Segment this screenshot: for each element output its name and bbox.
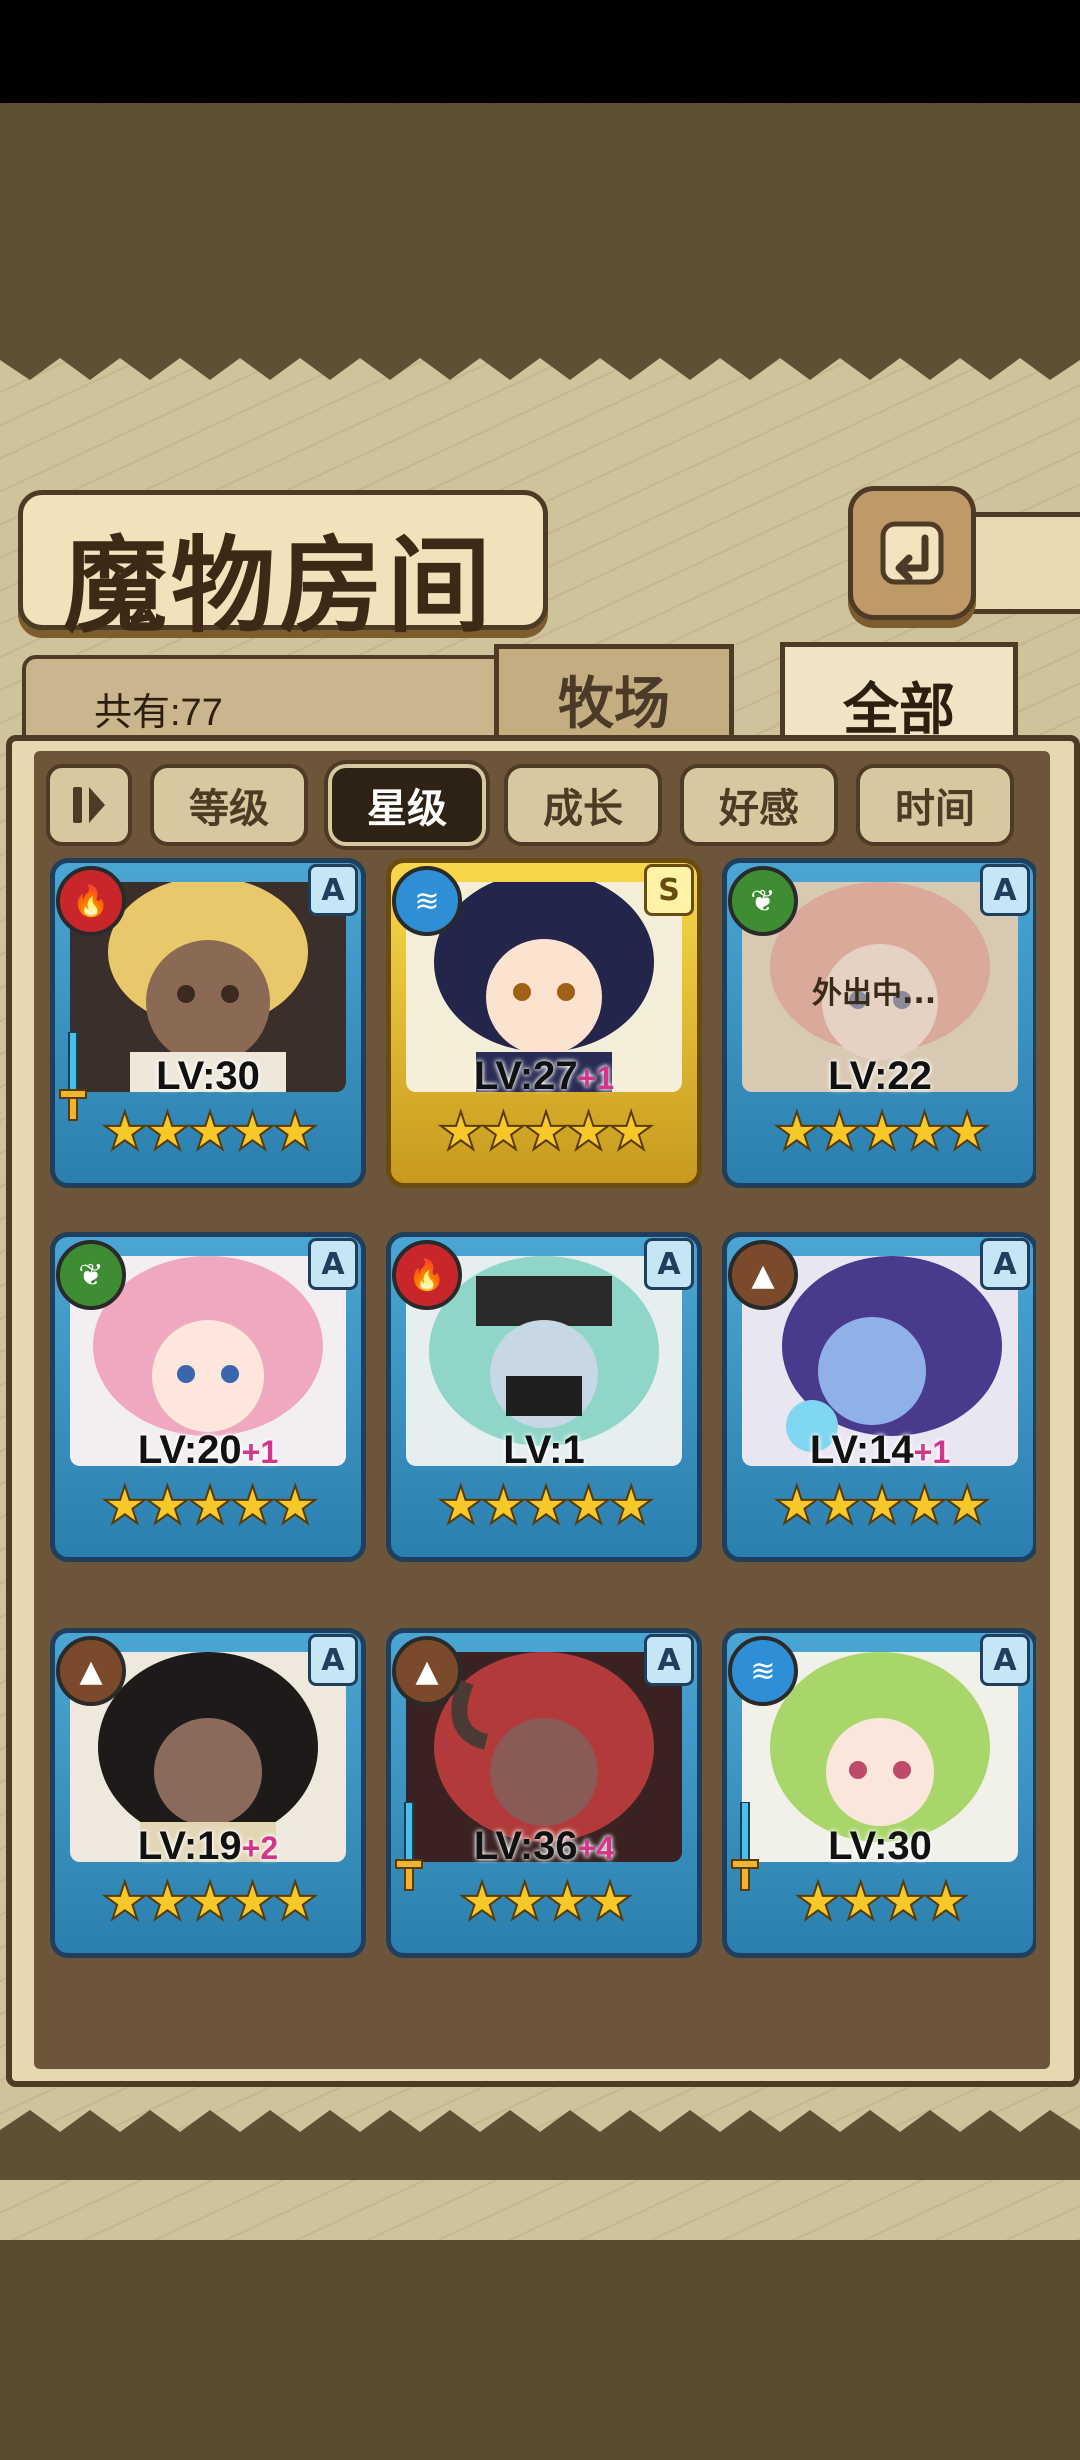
star-rating: ★★★★ [458,1871,634,1933]
sort-bar: 等级 星级 成长 好感 时间 [46,760,1046,850]
away-status: 外出中... [812,976,937,1011]
monster-card[interactable]: ≋ S LV:27+1 ★★★★★ [386,858,702,1194]
rank-badge: A [980,864,1030,916]
wood-element-icon: ❦ [56,1240,126,1310]
star-rating: ★★★★★ [772,1101,991,1163]
level-bonus: +1 [577,1060,615,1096]
rank-badge: A [308,864,358,916]
rank-badge: A [644,1238,694,1290]
earth-element-icon: ▲ [392,1636,462,1706]
sort-order-icon [73,787,105,823]
sort-time-button[interactable]: 时间 [856,764,1014,846]
level-text: LV:36 [473,1824,578,1868]
star-rating: ★★★★★ [100,1871,319,1933]
level-text: LV:20 [137,1428,242,1472]
star-rating: ★★★★ [794,1871,970,1933]
torn-edge-bottom [0,2110,1080,2180]
monster-count: 共有:77 [94,692,223,734]
torn-edge-top [0,320,1080,380]
water-element-icon: ≋ [728,1636,798,1706]
sort-time-label: 时间 [895,786,975,832]
monster-card[interactable]: 🔥 A LV:30 ★★★★★ [50,858,366,1194]
monster-card[interactable]: ▲ A LV:19+2 ★★★★★ [50,1628,366,1964]
status-bar [0,0,1080,103]
level-text: LV:1 [503,1428,585,1472]
sort-level-label: 等级 [189,786,269,832]
level-text: LV:30 [828,1824,932,1868]
monster-level: LV:36+4 [386,1824,702,1869]
monster-card[interactable]: ▲ A LV:36+4 ★★★★ [386,1628,702,1964]
level-text: LV:22 [828,1054,932,1098]
monster-card[interactable]: ❦ A LV:20+1 ★★★★★ [50,1232,366,1568]
monster-card[interactable]: ≋ A LV:30 ★★★★ [722,1628,1036,1964]
monster-level: LV:30 [722,1824,1036,1869]
rank-badge: A [308,1238,358,1290]
level-bonus: +4 [577,1830,615,1866]
star-rating: ★★★★★ [436,1101,655,1163]
rank-badge: S [644,864,694,916]
sort-order-toggle[interactable] [46,764,132,846]
tab-ranch-label: 牧场 [558,670,670,737]
bottom-map-area [0,2240,1080,2460]
monster-level: LV:14+1 [722,1428,1036,1473]
fire-element-icon: 🔥 [392,1240,462,1310]
water-element-icon: ≋ [392,866,462,936]
back-tab-extension [966,512,1080,614]
page-title: 魔物房间 [63,524,496,647]
sort-affection-label: 好感 [719,786,799,832]
earth-element-icon: ▲ [728,1240,798,1310]
monster-card[interactable]: ❦ A 外出中... LV:22 ★★★★★ [722,858,1036,1194]
level-text: LV:19 [137,1824,242,1868]
tab-all-label: 全部 [843,676,955,743]
star-rating: ★★★★★ [100,1101,319,1163]
back-button[interactable] [848,486,976,620]
monster-level: LV:30 [50,1054,366,1099]
monster-level: LV:19+2 [50,1824,366,1869]
fire-element-icon: 🔥 [56,866,126,936]
sort-growth-button[interactable]: 成长 [504,764,662,846]
sort-affection-button[interactable]: 好感 [680,764,838,846]
level-text: LV:30 [156,1054,260,1098]
earth-element-icon: ▲ [56,1636,126,1706]
monster-card[interactable]: ▲ A LV:14+1 ★★★★★ [722,1232,1036,1568]
star-rating: ★★★★★ [436,1475,655,1537]
rank-badge: A [644,1634,694,1686]
sort-level-button[interactable]: 等级 [150,764,308,846]
page-title-banner: 魔物房间 [18,490,548,647]
monster-grid: 🔥 A LV:30 ★★★★★ ≋ S LV:27+1 ★★★★★ ❦ A 外出… [46,858,1036,2038]
monster-level: LV:20+1 [50,1428,366,1473]
monster-card[interactable]: 🔥 A LV:1 ★★★★★ [386,1232,702,1568]
rank-badge: A [980,1634,1030,1686]
sort-star-button[interactable]: 星级 [324,760,490,850]
star-rating: ★★★★★ [772,1475,991,1537]
sort-growth-label: 成长 [543,786,623,832]
level-bonus: +1 [241,1434,279,1470]
level-text: LV:14 [809,1428,914,1472]
rank-badge: A [980,1238,1030,1290]
sort-star-label: 星级 [367,786,447,832]
monster-level: LV:27+1 [386,1054,702,1099]
level-text: LV:27 [473,1054,578,1098]
level-bonus: +1 [913,1434,951,1470]
rank-badge: A [308,1634,358,1686]
level-bonus: +2 [241,1830,279,1866]
monster-level: LV:1 [386,1428,702,1473]
star-rating: ★★★★★ [100,1475,319,1537]
monster-level: LV:22 [722,1054,1036,1099]
back-arrow-icon [880,521,944,585]
wood-element-icon: ❦ [728,866,798,936]
